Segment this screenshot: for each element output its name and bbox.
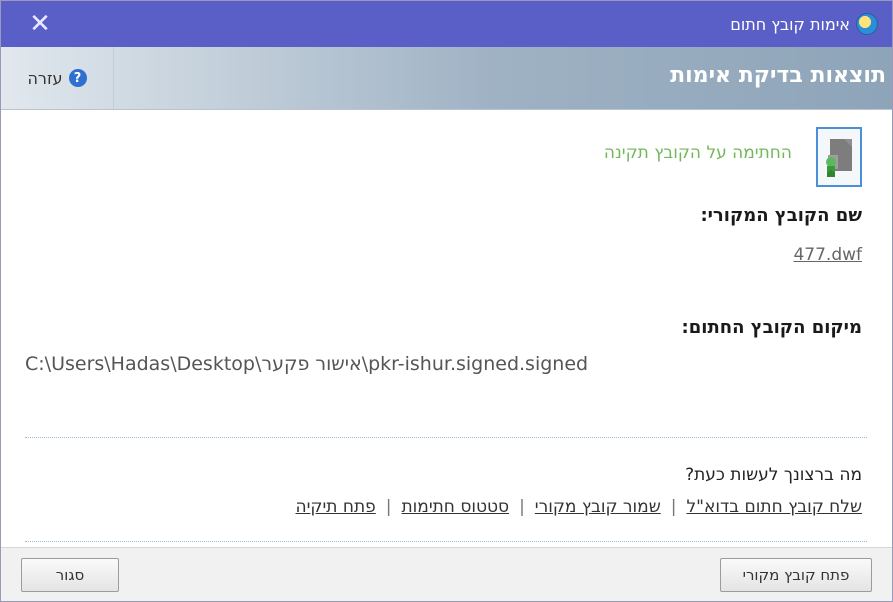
header-band: תוצאות בדיקת אימות ? עזרה bbox=[1, 47, 892, 110]
save-original-file-link[interactable]: שמור קובץ מקורי bbox=[535, 497, 661, 517]
help-label: עזרה bbox=[27, 68, 63, 88]
link-separator: | bbox=[670, 497, 677, 517]
close-icon[interactable]: ✕ bbox=[25, 9, 55, 39]
page-title: תוצאות בדיקת אימות bbox=[670, 63, 886, 88]
app-icon bbox=[856, 13, 878, 35]
title-bar: ✕ אימות קובץ חתום bbox=[1, 1, 892, 47]
help-icon: ? bbox=[68, 69, 87, 87]
open-original-file-button[interactable]: פתח קובץ מקורי bbox=[720, 558, 872, 592]
help-button[interactable]: ? עזרה bbox=[1, 47, 114, 109]
signed-file-path: C:\Users\Hadas\Desktop\אישור פקער\pkr-is… bbox=[25, 353, 589, 375]
signed-file-icon bbox=[816, 127, 862, 187]
dialog-footer: סגור פתח קובץ מקורי bbox=[1, 547, 892, 601]
original-file-label: שם הקובץ המקורי: bbox=[700, 205, 862, 226]
title-group: אימות קובץ חתום bbox=[730, 11, 878, 37]
action-links: פתח תיקיה | סטטוס חתימות | שמור קובץ מקו… bbox=[296, 497, 863, 517]
signature-status: החתימה על הקובץ תקינה bbox=[603, 143, 792, 163]
open-folder-link[interactable]: פתח תיקיה bbox=[296, 497, 376, 517]
signed-file-location-label: מיקום הקובץ החתום: bbox=[681, 317, 862, 338]
email-signed-file-link[interactable]: שלח קובץ חתום בדוא"ל bbox=[687, 497, 863, 517]
next-step-question: מה ברצונך לעשות כעת? bbox=[685, 465, 862, 485]
original-file-link[interactable]: 477.dwf bbox=[793, 245, 862, 265]
divider bbox=[25, 437, 867, 438]
close-button[interactable]: סגור bbox=[21, 558, 119, 592]
link-separator: | bbox=[385, 497, 392, 517]
divider bbox=[25, 541, 867, 542]
verify-signed-file-dialog: ✕ אימות קובץ חתום תוצאות בדיקת אימות ? ע… bbox=[0, 0, 893, 602]
window-title: אימות קובץ חתום bbox=[730, 14, 850, 34]
link-separator: | bbox=[519, 497, 525, 517]
signature-status-link[interactable]: סטטוס חתימות bbox=[401, 497, 509, 517]
